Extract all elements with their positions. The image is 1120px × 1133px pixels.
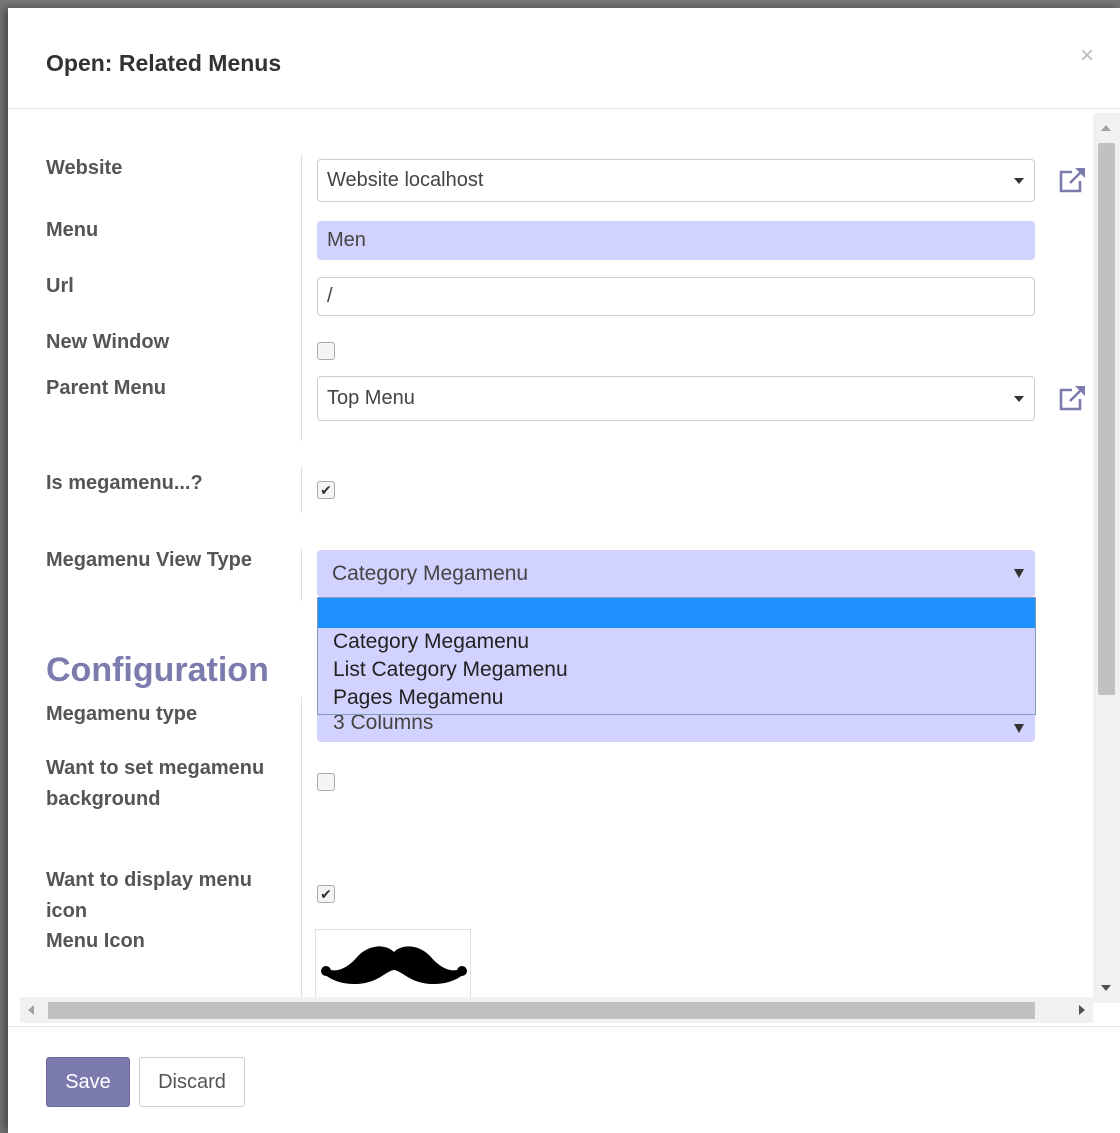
caret-down-icon bbox=[1014, 177, 1024, 184]
dropdown-option-empty[interactable] bbox=[318, 598, 1035, 628]
is-megamenu-label: Is megamenu...? bbox=[46, 472, 203, 494]
check-icon: ✔ bbox=[320, 482, 332, 498]
discard-button[interactable]: Discard bbox=[139, 1057, 245, 1107]
display-icon-checkbox[interactable]: ✔ bbox=[317, 885, 335, 903]
parent-menu-label: Parent Menu bbox=[46, 377, 167, 399]
dialog-header: Open: Related Menus × bbox=[8, 8, 1120, 109]
megamenu-view-type-select[interactable]: Category Megamenu bbox=[317, 550, 1035, 597]
caret-down-icon bbox=[1014, 395, 1024, 402]
dialog-body: Website Website localhost Menu Men Url /… bbox=[8, 109, 1093, 997]
dropdown-option-list-category[interactable]: List Category Megamenu bbox=[318, 656, 1035, 684]
scroll-up-arrow-icon[interactable] bbox=[1101, 125, 1111, 131]
configuration-heading: Configuration bbox=[46, 651, 269, 689]
dropdown-option-category[interactable]: Category Megamenu bbox=[318, 628, 1035, 656]
caret-down-icon bbox=[1014, 724, 1024, 733]
form-divider bbox=[301, 549, 302, 601]
menu-input[interactable]: Men bbox=[317, 221, 1035, 260]
dialog-title: Open: Related Menus bbox=[46, 50, 282, 76]
dropdown-option-pages[interactable]: Pages Megamenu bbox=[318, 684, 1035, 712]
close-button[interactable]: × bbox=[1080, 44, 1094, 68]
mustache-icon bbox=[321, 946, 467, 985]
set-background-checkbox[interactable] bbox=[317, 773, 335, 791]
menu-icon-image[interactable] bbox=[315, 929, 471, 997]
external-link-icon[interactable] bbox=[1056, 164, 1090, 196]
vertical-scroll-thumb[interactable] bbox=[1098, 143, 1115, 695]
parent-menu-value: Top Menu bbox=[327, 387, 415, 409]
website-label: Website bbox=[46, 157, 123, 179]
scroll-down-arrow-icon[interactable] bbox=[1101, 985, 1111, 991]
website-value: Website localhost bbox=[327, 169, 484, 191]
new-window-checkbox[interactable] bbox=[317, 342, 335, 360]
menu-icon-label: Menu Icon bbox=[46, 930, 145, 952]
scroll-left-arrow-icon[interactable] bbox=[28, 1005, 34, 1015]
new-window-label: New Window bbox=[46, 331, 170, 353]
form-divider bbox=[301, 467, 302, 513]
is-megamenu-checkbox[interactable]: ✔ bbox=[317, 481, 335, 499]
form-divider bbox=[301, 155, 302, 441]
scroll-right-arrow-icon[interactable] bbox=[1079, 1005, 1085, 1015]
menu-value: Men bbox=[327, 229, 366, 251]
caret-down-icon bbox=[1014, 568, 1024, 578]
display-icon-label: Want to display menu icon bbox=[46, 869, 252, 922]
url-label: Url bbox=[46, 275, 74, 297]
set-background-label: Want to set megamenu background bbox=[46, 757, 265, 810]
check-icon: ✔ bbox=[320, 886, 332, 902]
form-divider bbox=[301, 697, 302, 997]
megamenu-view-type-value: Category Megamenu bbox=[332, 561, 529, 585]
menu-label: Menu bbox=[46, 219, 99, 241]
dialog: Open: Related Menus × Website Website lo… bbox=[8, 8, 1120, 1133]
dialog-footer: Save Discard bbox=[8, 1026, 1120, 1133]
website-select[interactable]: Website localhost bbox=[317, 159, 1035, 202]
external-link-icon[interactable] bbox=[1056, 382, 1090, 414]
vertical-scrollbar[interactable] bbox=[1093, 113, 1120, 1003]
megamenu-type-label: Megamenu type bbox=[46, 703, 198, 725]
url-value: / bbox=[327, 285, 333, 307]
parent-menu-select[interactable]: Top Menu bbox=[317, 376, 1035, 421]
megamenu-view-type-dropdown: Category Megamenu List Category Megamenu… bbox=[317, 597, 1036, 715]
megamenu-view-type-label: Megamenu View Type bbox=[46, 549, 252, 571]
horizontal-scrollbar[interactable] bbox=[20, 997, 1093, 1023]
save-button[interactable]: Save bbox=[46, 1057, 130, 1107]
horizontal-scroll-thumb[interactable] bbox=[48, 1002, 1035, 1019]
url-input[interactable]: / bbox=[317, 277, 1035, 316]
